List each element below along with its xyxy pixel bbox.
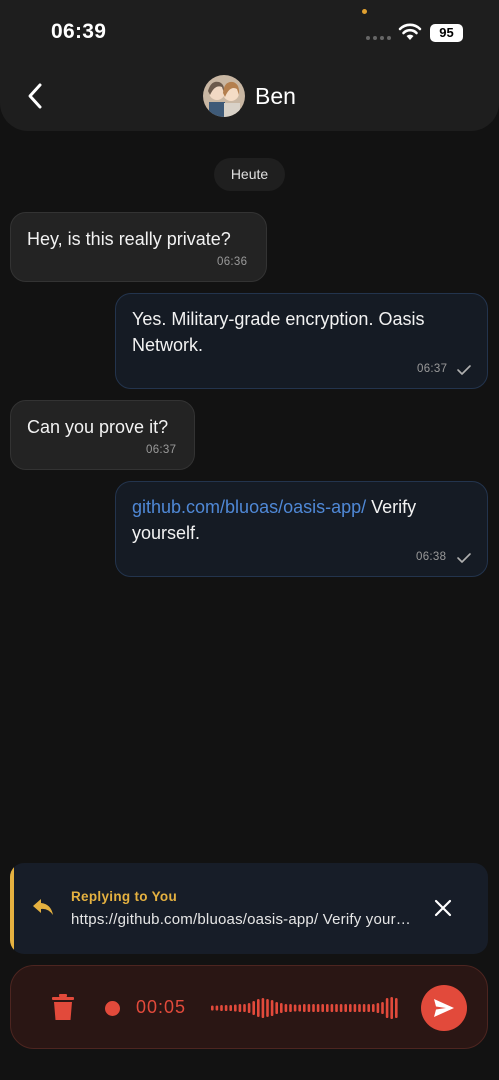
message-text: Yes. Military-grade encryption. Oasis Ne…: [132, 306, 424, 358]
message-time: 06:36: [217, 256, 248, 268]
reply-title: Replying to You: [71, 889, 178, 904]
waveform-bar: [211, 1005, 214, 1011]
waveform-bar: [330, 1004, 334, 1012]
battery-indicator: 95: [430, 24, 463, 42]
waveform-bar: [344, 1004, 347, 1012]
waveform-bar: [243, 1004, 246, 1012]
message-link[interactable]: github.com/bluoas/oasis-app/: [132, 497, 366, 517]
waveform-bar: [353, 1004, 357, 1012]
message-time: 06:37: [417, 363, 448, 375]
date-separator: Heute: [214, 158, 285, 191]
audio-waveform: [211, 997, 398, 1019]
waveform-bar: [257, 999, 260, 1017]
wifi-icon: [398, 23, 422, 40]
message-time: 06:37: [146, 444, 177, 456]
waveform-bar: [376, 1003, 380, 1013]
waveform-bar: [280, 1003, 283, 1013]
send-icon: [434, 999, 454, 1017]
message-line-2: Network.: [132, 335, 204, 355]
message-time: 06:38: [416, 551, 447, 563]
waveform-bar: [261, 998, 265, 1018]
waveform-bar: [220, 1005, 223, 1011]
waveform-bar: [238, 1004, 242, 1012]
waveform-bar: [362, 1004, 366, 1012]
waveform-bar: [266, 999, 269, 1017]
message-line-1: Yes. Military-grade encryption. Oasis: [132, 309, 425, 329]
send-button[interactable]: [421, 985, 467, 1031]
close-icon[interactable]: [432, 897, 454, 919]
recording-dot-icon: [105, 1001, 120, 1016]
waveform-bar: [303, 1004, 306, 1012]
back-button[interactable]: [22, 80, 50, 112]
waveform-bar: [321, 1004, 324, 1012]
waveform-bar: [390, 997, 393, 1019]
waveform-bar: [385, 998, 389, 1018]
waveform-bar: [381, 1002, 384, 1014]
check-icon: [457, 553, 471, 563]
waveform-bar: [358, 1004, 361, 1012]
waveform-bar: [372, 1004, 375, 1012]
waveform-bar: [252, 1001, 255, 1015]
waveform-bar: [316, 1004, 320, 1012]
waveform-bar: [270, 1000, 274, 1016]
waveform-bar: [215, 1005, 219, 1011]
waveform-bar: [229, 1005, 232, 1011]
cellular-signal-icon: [366, 36, 391, 40]
camera-indicator-icon: [362, 9, 367, 14]
reply-snippet: https://github.com/bluoas/oasis-app/ Ver…: [71, 911, 411, 928]
waveform-bar: [298, 1004, 301, 1012]
waveform-bar: [224, 1005, 228, 1011]
message-text: github.com/bluoas/oasis-app/ Verify your…: [132, 494, 416, 546]
recording-elapsed-time: 00:05: [136, 997, 187, 1017]
waveform-bar: [312, 1004, 315, 1012]
check-icon: [457, 365, 471, 375]
waveform-bar: [293, 1004, 297, 1012]
message-text: Can you prove it?: [27, 417, 169, 437]
reply-arrow-icon: [33, 899, 53, 915]
waveform-bar: [284, 1004, 288, 1012]
contact-name[interactable]: Ben: [255, 83, 296, 110]
waveform-bar: [234, 1004, 237, 1012]
reply-preview[interactable]: Replying to You https://github.com/bluoa…: [10, 863, 488, 954]
waveform-bar: [326, 1004, 329, 1012]
message-bubble-outgoing[interactable]: Yes. Military-grade encryption. Oasis Ne…: [115, 293, 488, 389]
waveform-bar: [367, 1004, 370, 1012]
reply-accent-bar: [10, 863, 14, 954]
trash-icon[interactable]: [52, 994, 74, 1020]
waveform-bar: [275, 1002, 278, 1014]
waveform-bar: [307, 1004, 311, 1012]
avatar[interactable]: [203, 75, 245, 117]
status-time: 06:39: [51, 20, 107, 43]
message-bubble-outgoing[interactable]: github.com/bluoas/oasis-app/ Verify your…: [115, 481, 488, 577]
waveform-bar: [289, 1004, 292, 1012]
message-text-after-link: Verify: [366, 497, 417, 517]
waveform-bar: [349, 1004, 352, 1012]
waveform-bar: [339, 1004, 343, 1012]
message-text: Hey, is this really private?: [27, 229, 231, 249]
waveform-bar: [395, 998, 398, 1018]
message-bubble-incoming[interactable]: Can you prove it? 06:37: [10, 400, 195, 470]
message-line-2: yourself.: [132, 523, 201, 543]
voice-recorder: 00:05: [10, 965, 488, 1049]
message-bubble-incoming[interactable]: Hey, is this really private? 06:36: [10, 212, 267, 282]
waveform-bar: [247, 1003, 251, 1013]
waveform-bar: [335, 1004, 338, 1012]
